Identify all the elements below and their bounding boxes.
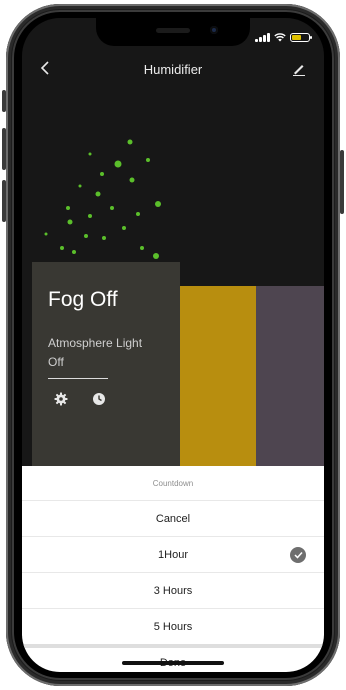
gear-icon[interactable] (54, 392, 68, 406)
status-bar (255, 32, 312, 42)
light-status: Off (48, 355, 64, 369)
page-title: Humidifier (143, 62, 203, 77)
cellular-signal-icon (255, 33, 270, 42)
speaker (156, 28, 190, 33)
sheet-title: Countdown (22, 466, 324, 501)
mist-particles (44, 139, 161, 259)
option-label: 5 Hours (153, 620, 193, 633)
screen: Humidifier Fog Off Atmosphere Light Off … (22, 18, 324, 672)
nav-bar: Humidifier (22, 56, 324, 86)
checkmark-icon (290, 547, 306, 563)
edit-icon[interactable] (292, 62, 306, 76)
wifi-icon (274, 33, 286, 42)
scene-panel-yellow[interactable] (180, 286, 256, 468)
countdown-sheet: Countdown Cancel 1Hour 3 Hours 5 Hours D… (22, 466, 324, 672)
option-label: 1Hour (158, 548, 188, 561)
fog-status: Fog Off (48, 288, 118, 311)
power-button (340, 150, 344, 214)
option-cancel[interactable]: Cancel (22, 501, 324, 537)
option-label: Cancel (155, 512, 191, 525)
notch (96, 18, 250, 46)
done-button[interactable]: Done (22, 648, 324, 672)
divider (48, 378, 108, 379)
option-label: 3 Hours (153, 584, 193, 597)
front-camera (210, 26, 218, 34)
scene-panel-purple[interactable] (256, 286, 324, 468)
option-5-hours[interactable]: 5 Hours (22, 609, 324, 644)
phone-device: Humidifier Fog Off Atmosphere Light Off … (0, 0, 346, 690)
option-1-hour[interactable]: 1Hour (22, 537, 324, 573)
clock-icon[interactable] (92, 392, 106, 406)
battery-icon (290, 33, 312, 42)
light-label: Atmosphere Light (48, 336, 143, 350)
home-indicator[interactable] (122, 661, 224, 665)
option-3-hours[interactable]: 3 Hours (22, 573, 324, 609)
